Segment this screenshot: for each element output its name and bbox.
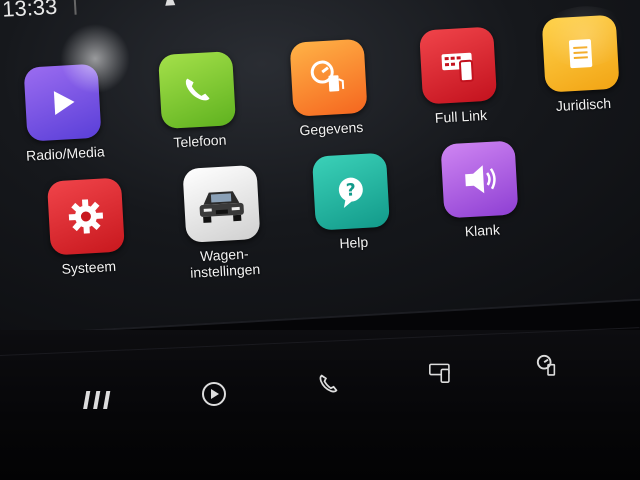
person-sound-icon[interactable] — [159, 0, 182, 8]
play-icon — [23, 63, 102, 142]
hw-button-phone[interactable] — [306, 364, 350, 408]
app-label: Juridisch — [555, 94, 612, 115]
app-radio-media[interactable]: Radio/Media — [1, 62, 126, 165]
fuel-gauge-icon — [289, 38, 368, 117]
status-bar: 13:33 — [0, 0, 640, 22]
app-label: Telefoon — [173, 131, 227, 151]
gear-icon — [46, 177, 125, 256]
hw-button-gegevens[interactable] — [526, 346, 570, 390]
speaker-icon — [440, 140, 519, 219]
app-help[interactable]: ? Help — [289, 151, 414, 254]
app-full-link[interactable]: Full Link — [396, 25, 521, 128]
app-label: Help — [338, 233, 369, 252]
status-divider — [73, 0, 77, 15]
app-klank[interactable]: Klank — [417, 139, 542, 242]
app-label: Full Link — [434, 106, 488, 126]
smartphone-link-icon — [425, 358, 455, 391]
app-juridisch[interactable]: Juridisch — [519, 13, 640, 116]
play-circle-icon — [200, 380, 228, 413]
fuel-gauge-icon — [533, 352, 563, 385]
car-icon — [182, 164, 261, 243]
app-label: Systeem — [61, 257, 117, 277]
document-icon — [541, 14, 620, 93]
infotainment-screen: 13:33 Radio/Media Telefoon Gegevens Full Li… — [0, 0, 640, 337]
menu-bars-icon — [83, 387, 117, 418]
app-telefoon[interactable]: Telefoon — [135, 50, 260, 153]
app-systeem[interactable]: Systeem — [24, 176, 149, 279]
app-label: Gegevens — [299, 118, 364, 139]
hw-button-menu[interactable] — [78, 380, 122, 424]
hw-button-media[interactable] — [192, 374, 236, 418]
hw-button-full-link[interactable] — [418, 352, 462, 396]
phone-icon — [314, 370, 342, 403]
app-wagen[interactable]: Wagen- instellingen — [159, 164, 285, 283]
question-icon: ? — [311, 152, 390, 231]
app-label: Radio/Media — [25, 143, 106, 164]
clock: 13:33 — [1, 0, 58, 22]
app-label: Wagen- instellingen — [189, 245, 261, 281]
smartphone-link-icon — [419, 26, 498, 105]
phone-icon — [158, 51, 237, 130]
app-gegevens[interactable]: Gegevens — [267, 37, 392, 140]
app-label: Klank — [464, 221, 501, 240]
svg-text:?: ? — [345, 180, 356, 201]
